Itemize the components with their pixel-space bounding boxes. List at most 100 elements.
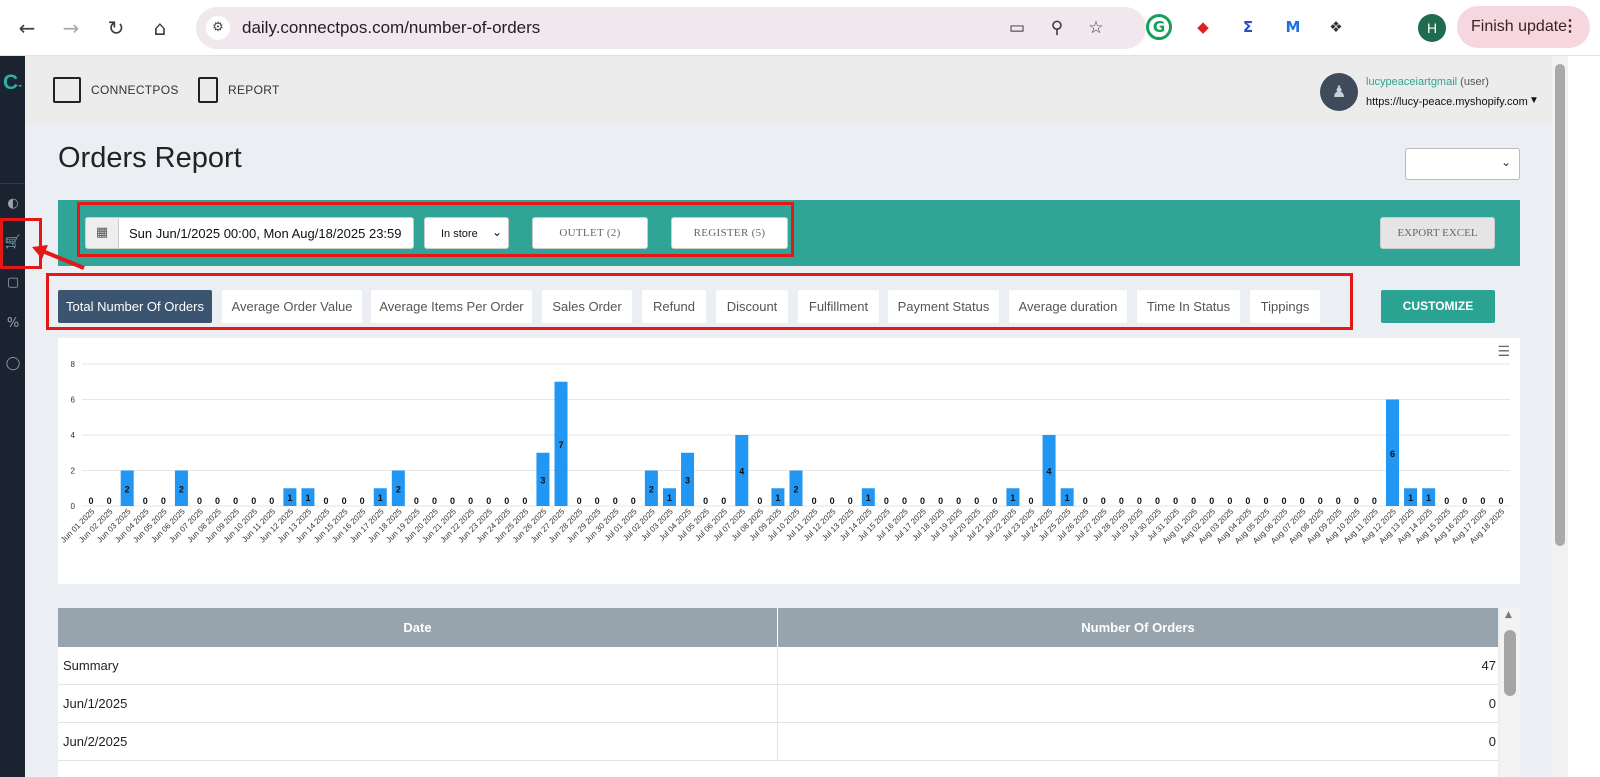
bar-data-label: 2 — [793, 484, 798, 494]
table-row: Jun/2/2025 0 — [58, 723, 1498, 761]
cell-orders: 0 — [1488, 734, 1496, 749]
bar-data-label: 1 — [1408, 493, 1413, 503]
user-role: (user) — [1460, 76, 1489, 88]
nav-connectpos[interactable]: CONNECTPOS — [53, 77, 179, 103]
browser-edge — [1568, 56, 1600, 777]
cell-date: Jun/2/2025 — [63, 734, 128, 749]
table-scrollbar[interactable]: ▲ — [1500, 608, 1520, 777]
bar-data-label: 6 — [1390, 449, 1395, 459]
reload-icon[interactable]: ↻ — [101, 13, 131, 43]
bar-data-label: 0 — [1263, 496, 1268, 506]
blue-extension-icon[interactable]: Σ — [1235, 14, 1261, 40]
customize-button[interactable]: CUSTOMIZE — [1381, 290, 1495, 323]
column-divider — [777, 685, 778, 723]
column-header-number-of-orders[interactable]: Number Of Orders — [778, 608, 1498, 647]
box-icon[interactable]: ▢ — [4, 274, 22, 292]
bar-data-label: 0 — [143, 496, 148, 506]
bar-data-label: 1 — [287, 493, 292, 503]
profile-avatar[interactable]: H — [1418, 14, 1446, 42]
user-avatar-icon[interactable]: ♟ — [1320, 73, 1358, 111]
bar-data-label: 0 — [938, 496, 943, 506]
globe-icon[interactable]: ◯ — [4, 355, 22, 373]
bar-data-label: 0 — [595, 496, 600, 506]
home-icon[interactable]: ⌂ — [145, 13, 175, 43]
bar-data-label: 1 — [305, 493, 310, 503]
bar-data-label: 0 — [432, 496, 437, 506]
bar-data-label: 0 — [721, 496, 726, 506]
bar-data-label: 0 — [504, 496, 509, 506]
table-row: Jun/1/2025 0 — [58, 685, 1498, 723]
bar-data-label: 0 — [830, 496, 835, 506]
bar-data-label: 0 — [902, 496, 907, 506]
bar-data-label: 2 — [649, 484, 654, 494]
highlight-filters-box — [77, 202, 794, 257]
grammarly-extension-icon[interactable]: G — [1146, 14, 1172, 40]
bookmark-star-icon[interactable]: ☆ — [1083, 15, 1109, 41]
bar-data-label: 0 — [703, 496, 708, 506]
cell-orders: 0 — [1488, 696, 1496, 711]
report-type-select[interactable]: ⌄ — [1405, 148, 1520, 180]
discount-icon[interactable]: % — [4, 315, 22, 333]
url-text[interactable]: daily.connectpos.com/number-of-orders — [242, 18, 540, 38]
bar-data-label: 0 — [577, 496, 582, 506]
bar-data-label: 0 — [1444, 496, 1449, 506]
bar-data-label: 0 — [1300, 496, 1305, 506]
bar-data-label: 0 — [197, 496, 202, 506]
nav-report[interactable]: REPORT — [198, 77, 280, 103]
bar-data-label: 0 — [269, 496, 274, 506]
bar-data-label: 4 — [739, 467, 744, 477]
nav-connectpos-label: CONNECTPOS — [91, 83, 179, 97]
bar-data-label: 0 — [1083, 496, 1088, 506]
bar-data-label: 7 — [559, 440, 564, 450]
more-menu-icon: ⋮ — [1562, 18, 1578, 35]
install-app-icon[interactable]: ▭ — [1004, 15, 1030, 41]
extensions-puzzle-icon[interactable]: ❖ — [1323, 14, 1349, 40]
app-sidebar: C- ◐ 🛒 ▢ % ◯ — [0, 56, 25, 777]
y-tick-label: 0 — [71, 502, 76, 511]
column-divider — [777, 723, 778, 761]
dashboard-icon[interactable]: ◐ — [4, 195, 22, 213]
bar-data-label: 0 — [1209, 496, 1214, 506]
bar-data-label: 0 — [1354, 496, 1359, 506]
bar-data-label: 0 — [1028, 496, 1033, 506]
bar-data-label: 0 — [251, 496, 256, 506]
bar-data-label: 0 — [107, 496, 112, 506]
column-header-date[interactable]: Date — [58, 608, 778, 647]
bar-data-label: 2 — [125, 484, 130, 494]
forward-icon[interactable]: → — [56, 13, 86, 43]
bar-data-label: 0 — [631, 496, 636, 506]
bar-data-label: 0 — [1101, 496, 1106, 506]
user-menu-caret-icon[interactable]: ▼ — [1529, 95, 1539, 106]
site-info-icon[interactable]: ⚙ — [206, 16, 230, 40]
annotation-arrow — [32, 245, 85, 270]
cell-date: Jun/1/2025 — [63, 696, 128, 711]
chart-menu-icon[interactable]: ☰ — [1497, 344, 1510, 360]
bar-data-label: 1 — [1010, 493, 1015, 503]
monitor-icon — [53, 77, 81, 103]
red-extension-icon[interactable]: ◆ — [1190, 14, 1216, 40]
back-icon[interactable]: ← — [12, 13, 42, 43]
y-tick-label: 2 — [71, 467, 76, 476]
bar-data-label: 0 — [450, 496, 455, 506]
table-scroll-thumb[interactable] — [1504, 630, 1516, 696]
app-logo: C- — [3, 71, 23, 94]
malwarebytes-extension-icon[interactable]: M — [1280, 14, 1306, 40]
bar-data-label: 0 — [1191, 496, 1196, 506]
bar-data-label: 1 — [378, 493, 383, 503]
page-scroll-thumb[interactable] — [1555, 64, 1565, 546]
export-excel-button[interactable]: EXPORT EXCEL — [1380, 217, 1495, 249]
bar-data-label: 0 — [1282, 496, 1287, 506]
store-url[interactable]: https://lucy-peace.myshopify.com — [1366, 96, 1528, 108]
scroll-up-arrow-icon[interactable]: ▲ — [1505, 610, 1512, 620]
page-scrollbar[interactable] — [1552, 56, 1568, 777]
cell-orders: 47 — [1481, 658, 1496, 673]
bar-data-label: 0 — [884, 496, 889, 506]
bar-data-label: 0 — [920, 496, 925, 506]
finish-update-button[interactable]: Finish update ⋮ — [1457, 6, 1590, 48]
zoom-icon[interactable]: ⚲ — [1044, 15, 1070, 41]
bar-data-label: 1 — [775, 493, 780, 503]
address-bar[interactable]: ⚙ daily.connectpos.com/number-of-orders … — [196, 7, 1146, 49]
bar-data-label: 0 — [233, 496, 238, 506]
user-name[interactable]: lucypeaceiartgmail (user) — [1366, 76, 1489, 88]
bar-data-label: 0 — [1462, 496, 1467, 506]
